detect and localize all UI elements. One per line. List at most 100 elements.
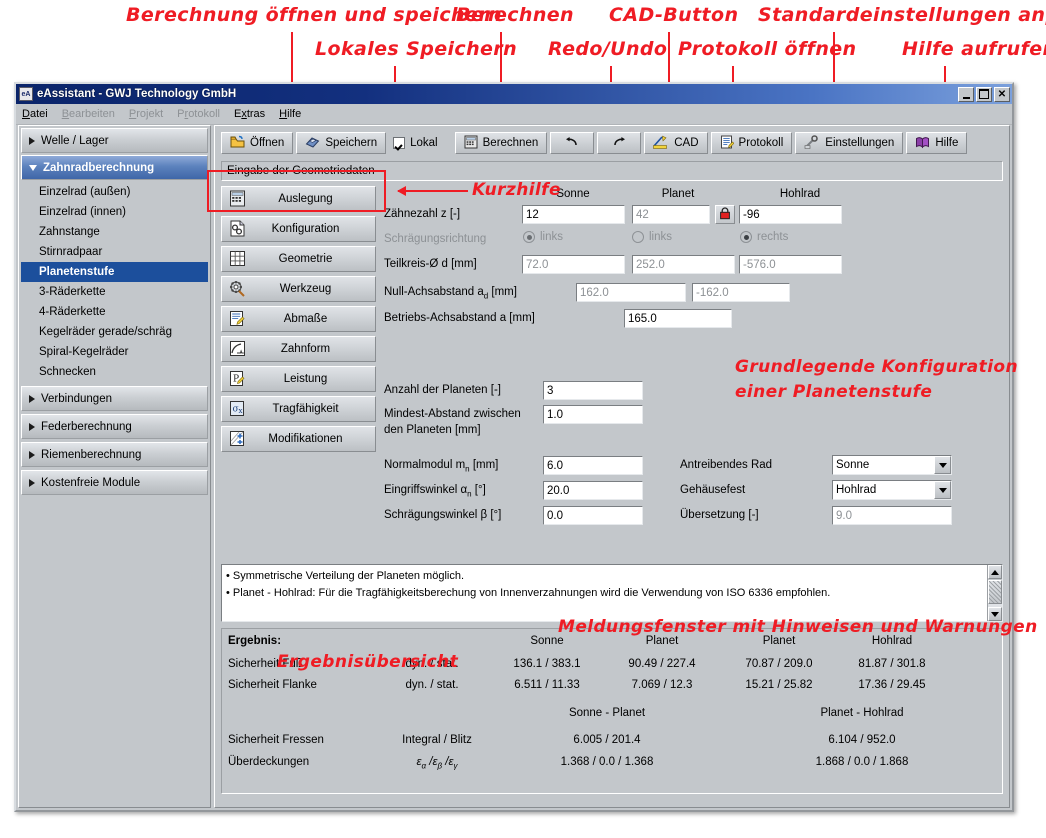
results-row-label-ueberdeckungen: Überdeckungen — [228, 756, 309, 768]
sidebar-group-riemenberechnung[interactable]: Riemenberechnung — [21, 442, 208, 467]
field-null-achsabstand-2[interactable]: -162.0 — [692, 283, 790, 302]
label-mindest-abstand-l2: den Planeten [mm] — [384, 424, 481, 436]
menu-bearbeiten[interactable]: Bearbeiten — [62, 108, 115, 120]
field-normalmodul[interactable]: 6.0 — [543, 456, 643, 475]
sidebar-item-zahnstange[interactable]: Zahnstange — [21, 222, 208, 242]
help-button[interactable]: Hilfe — [906, 132, 967, 154]
label-schraegungswinkel: Schrägungswinkel β [°] — [384, 509, 501, 521]
sidebar-item-kegelraeder[interactable]: Kegelräder gerade/schräg — [21, 322, 208, 342]
scroll-up-button[interactable] — [988, 565, 1002, 579]
message-list: • Symmetrische Verteilung der Planeten m… — [222, 565, 987, 621]
close-button[interactable]: ✕ — [994, 87, 1010, 102]
local-checkbox-group[interactable]: Lokal — [393, 137, 438, 149]
field-zaehnezahl-sonne[interactable]: 12 — [522, 205, 625, 224]
sidebar-item-spiral-kegelraeder[interactable]: Spiral-Kegelräder — [21, 342, 208, 362]
label-uebersetzung: Übersetzung [-] — [680, 509, 759, 521]
menu-extras[interactable]: Extras — [234, 108, 265, 120]
local-checkbox[interactable] — [393, 137, 405, 149]
right-panel: Öffnen Speichern Lokal Ber — [214, 125, 1010, 808]
ruler-icon — [228, 310, 248, 328]
minimize-button[interactable] — [958, 87, 974, 102]
radio-schraegung-sonne[interactable]: links — [523, 231, 563, 243]
calculate-button[interactable]: Berechnen — [455, 132, 548, 154]
annotation-konfiguration-l1: Grundlegende Konfiguration — [735, 357, 1018, 377]
undo-button[interactable] — [550, 132, 594, 154]
message-scrollbar[interactable] — [987, 565, 1002, 621]
field-teilkreis-hohlrad[interactable]: -576.0 — [739, 255, 842, 274]
field-anzahl-planeten[interactable]: 3 — [543, 381, 643, 400]
tab-zahnform[interactable]: Zahnform — [221, 336, 376, 362]
sidebar-group-label: Riemenberechnung — [41, 449, 141, 461]
field-zaehnezahl-hohlrad[interactable]: -96 — [739, 205, 842, 224]
label-mindest-abstand-l1: Mindest-Abstand zwischen — [384, 408, 521, 420]
field-uebersetzung[interactable]: 9.0 — [832, 506, 952, 525]
combo-gehaeusefest[interactable]: Hohlrad — [832, 480, 952, 500]
scroll-thumb[interactable] — [988, 580, 1002, 604]
menu-projekt[interactable]: Projekt — [129, 108, 163, 120]
grid-icon — [228, 250, 248, 268]
save-button[interactable]: Speichern — [296, 132, 386, 154]
redo-button[interactable] — [597, 132, 641, 154]
results-value: 7.069 / 12.3 — [617, 679, 707, 691]
chevron-down-icon[interactable] — [934, 456, 951, 474]
settings-button-label: Einstellungen — [825, 137, 894, 149]
menu-datei[interactable]: DDateiatei — [22, 108, 48, 120]
radio-schraegung-planet[interactable]: links — [632, 231, 672, 243]
tab-abmasse[interactable]: Abmaße — [221, 306, 376, 332]
cad-button[interactable]: CAD — [644, 132, 707, 154]
chevron-down-icon[interactable] — [934, 481, 951, 499]
settings-button[interactable]: Einstellungen — [795, 132, 903, 154]
label-part-b: [mm] — [488, 286, 517, 298]
sidebar-item-einzelrad-aussen[interactable]: Einzelrad (außen) — [21, 182, 208, 202]
maximize-button[interactable] — [976, 87, 992, 102]
field-zaehnezahl-planet[interactable]: 42 — [632, 205, 710, 224]
sidebar: Welle / Lager Zahnradberechnung Einzelra… — [18, 125, 211, 808]
results-value: 70.87 / 209.0 — [734, 658, 824, 670]
tab-werkzeug[interactable]: Werkzeug — [221, 276, 376, 302]
protocol-button[interactable]: Protokoll — [711, 132, 793, 154]
sidebar-group-verbindungen[interactable]: Verbindungen — [21, 386, 208, 411]
sidebar-item-3-raederkette[interactable]: 3-Räderkette — [21, 282, 208, 302]
annotation-standardeinstellungen: Standardeinstellungen anpassen — [758, 4, 1046, 26]
sidebar-item-stirnradpaar[interactable]: Stirnradpaar — [21, 242, 208, 262]
field-teilkreis-planet[interactable]: 252.0 — [632, 255, 735, 274]
sidebar-group-federberechnung[interactable]: Federberechnung — [21, 414, 208, 439]
results-value: 136.1 / 383.1 — [502, 658, 592, 670]
tab-auslegung[interactable]: Auslegung — [221, 186, 376, 212]
menu-hilfe[interactable]: Hilfe — [279, 108, 301, 120]
combo-value: Sonne — [836, 459, 869, 471]
sidebar-item-planetenstufe[interactable]: Planetenstufe — [21, 262, 208, 282]
sidebar-item-label: 3-Räderkette — [39, 286, 105, 298]
sidebar-group-kostenfreie-module[interactable]: Kostenfreie Module — [21, 470, 208, 495]
combo-value: Hohlrad — [836, 484, 876, 496]
field-eingriffswinkel[interactable]: 20.0 — [543, 481, 643, 500]
message-item: • Planet - Hohlrad: Für die Tragfähigkei… — [226, 585, 983, 602]
sidebar-group-zahnradberechnung[interactable]: Zahnradberechnung — [21, 155, 208, 180]
sidebar-group-label: Kostenfreie Module — [41, 477, 140, 489]
tab-geometrie[interactable]: Geometrie — [221, 246, 376, 272]
tab-leistung[interactable]: P Leistung — [221, 366, 376, 392]
help-book-icon — [915, 135, 930, 152]
field-null-achsabstand-1[interactable]: 162.0 — [576, 283, 686, 302]
tab-modifikationen[interactable]: Modifikationen — [221, 426, 376, 452]
field-schraegungswinkel[interactable]: 0.0 — [543, 506, 643, 525]
tab-label: Modifikationen — [252, 433, 369, 445]
chevron-right-icon — [29, 423, 35, 431]
tab-tragfaehigkeit[interactable]: σx Tragfähigkeit — [221, 396, 376, 422]
open-button[interactable]: Öffnen — [221, 132, 293, 154]
combo-antreibendes-rad[interactable]: Sonne — [832, 455, 952, 475]
menu-protokoll[interactable]: Protokoll — [177, 108, 220, 120]
tab-label: Zahnform — [252, 343, 369, 355]
lock-button[interactable] — [715, 205, 735, 224]
radio-schraegung-hohlrad[interactable]: rechts — [740, 231, 788, 243]
field-teilkreis-sonne[interactable]: 72.0 — [522, 255, 625, 274]
sidebar-item-einzelrad-innen[interactable]: Einzelrad (innen) — [21, 202, 208, 222]
results-value: 6.005 / 201.4 — [507, 734, 707, 746]
field-mindest-abstand[interactable]: 1.0 — [543, 405, 643, 424]
field-betriebs-achsabstand[interactable]: 165.0 — [624, 309, 732, 328]
sidebar-item-label: Kegelräder gerade/schräg — [39, 326, 172, 338]
sidebar-item-schnecken[interactable]: Schnecken — [21, 362, 208, 382]
tab-konfiguration[interactable]: Konfiguration — [221, 216, 376, 242]
sidebar-item-4-raederkette[interactable]: 4-Räderkette — [21, 302, 208, 322]
sidebar-group-welle-lager[interactable]: Welle / Lager — [21, 128, 208, 153]
